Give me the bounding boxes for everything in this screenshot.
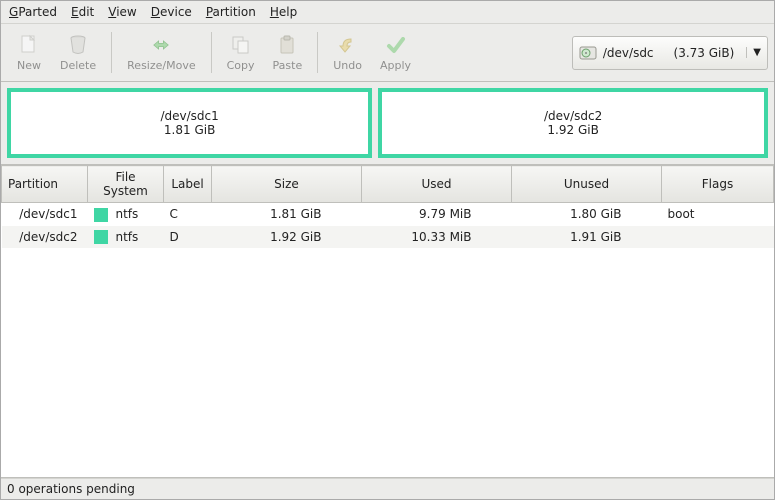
cell-flags <box>662 226 774 249</box>
fs-color-swatch <box>94 208 108 222</box>
partition-graph-sdc1[interactable]: /dev/sdc1 1.81 GiB <box>7 88 372 158</box>
menu-edit[interactable]: Edit <box>71 5 94 19</box>
menu-view[interactable]: View <box>108 5 136 19</box>
undo-label: Undo <box>333 59 362 72</box>
apply-label: Apply <box>380 59 411 72</box>
menubar: GParted Edit View Device Partition Help <box>1 1 774 24</box>
col-filesystem[interactable]: File System <box>88 166 164 203</box>
col-label[interactable]: Label <box>164 166 212 203</box>
partition-table: Partition File System Label Size Used Un… <box>1 164 774 478</box>
resize-button[interactable]: Resize/Move <box>118 28 204 77</box>
cell-used: 9.79 MiB <box>362 203 512 226</box>
device-size: (3.73 GiB) <box>674 46 735 60</box>
resize-icon <box>149 33 173 57</box>
toolbar: New Delete Resize/Move Copy <box>1 24 774 82</box>
cell-unused: 1.91 GiB <box>512 226 662 249</box>
menu-device[interactable]: Device <box>151 5 192 19</box>
paste-icon <box>275 33 299 57</box>
apply-icon <box>384 33 408 57</box>
partition-graph-sdc2[interactable]: /dev/sdc2 1.92 GiB <box>378 88 768 158</box>
partition-graph: /dev/sdc1 1.81 GiB /dev/sdc2 1.92 GiB <box>1 82 774 164</box>
statusbar: 0 operations pending <box>1 478 774 499</box>
col-partition[interactable]: Partition <box>2 166 88 203</box>
delete-button[interactable]: Delete <box>51 28 105 77</box>
table-row[interactable]: /dev/sdc2 ntfs D 1.92 GiB 10.33 MiB 1.91… <box>2 226 774 249</box>
copy-label: Copy <box>227 59 255 72</box>
cell-used: 10.33 MiB <box>362 226 512 249</box>
partition-graph-size: 1.81 GiB <box>164 123 215 137</box>
toolbar-sep <box>317 32 318 73</box>
paste-button[interactable]: Paste <box>264 28 312 77</box>
chevron-down-icon: ▼ <box>746 47 761 58</box>
col-size[interactable]: Size <box>212 166 362 203</box>
cell-unused: 1.80 GiB <box>512 203 662 226</box>
undo-button[interactable]: Undo <box>324 28 371 77</box>
status-text: 0 operations pending <box>7 482 135 496</box>
cell-partition: /dev/sdc2 <box>2 226 88 249</box>
cell-filesystem: ntfs <box>88 226 164 249</box>
new-button[interactable]: New <box>7 28 51 77</box>
delete-label: Delete <box>60 59 96 72</box>
menu-partition[interactable]: Partition <box>206 5 256 19</box>
fs-color-swatch <box>94 230 108 244</box>
partition-graph-size: 1.92 GiB <box>547 123 598 137</box>
cell-flags: boot <box>662 203 774 226</box>
toolbar-sep <box>211 32 212 73</box>
col-flags[interactable]: Flags <box>662 166 774 203</box>
paste-label: Paste <box>273 59 303 72</box>
device-selector[interactable]: /dev/sdc (3.73 GiB) ▼ <box>572 36 768 70</box>
new-label: New <box>17 59 41 72</box>
cell-label: D <box>164 226 212 249</box>
toolbar-sep <box>111 32 112 73</box>
new-icon <box>17 33 41 57</box>
col-used[interactable]: Used <box>362 166 512 203</box>
cell-filesystem: ntfs <box>88 203 164 226</box>
resize-label: Resize/Move <box>127 59 195 72</box>
copy-button[interactable]: Copy <box>218 28 264 77</box>
device-name: /dev/sdc <box>603 46 654 60</box>
harddisk-icon <box>579 44 597 62</box>
cell-label: C <box>164 203 212 226</box>
col-unused[interactable]: Unused <box>512 166 662 203</box>
table-row[interactable]: /dev/sdc1 ntfs C 1.81 GiB 9.79 MiB 1.80 … <box>2 203 774 226</box>
cell-partition: /dev/sdc1 <box>2 203 88 226</box>
partition-graph-name: /dev/sdc1 <box>160 109 218 123</box>
cell-size: 1.92 GiB <box>212 226 362 249</box>
menu-help[interactable]: Help <box>270 5 297 19</box>
menu-gparted[interactable]: GParted <box>9 5 57 19</box>
cell-size: 1.81 GiB <box>212 203 362 226</box>
delete-icon <box>66 33 90 57</box>
apply-button[interactable]: Apply <box>371 28 420 77</box>
undo-icon <box>336 33 360 57</box>
copy-icon <box>229 33 253 57</box>
partition-graph-name: /dev/sdc2 <box>544 109 602 123</box>
